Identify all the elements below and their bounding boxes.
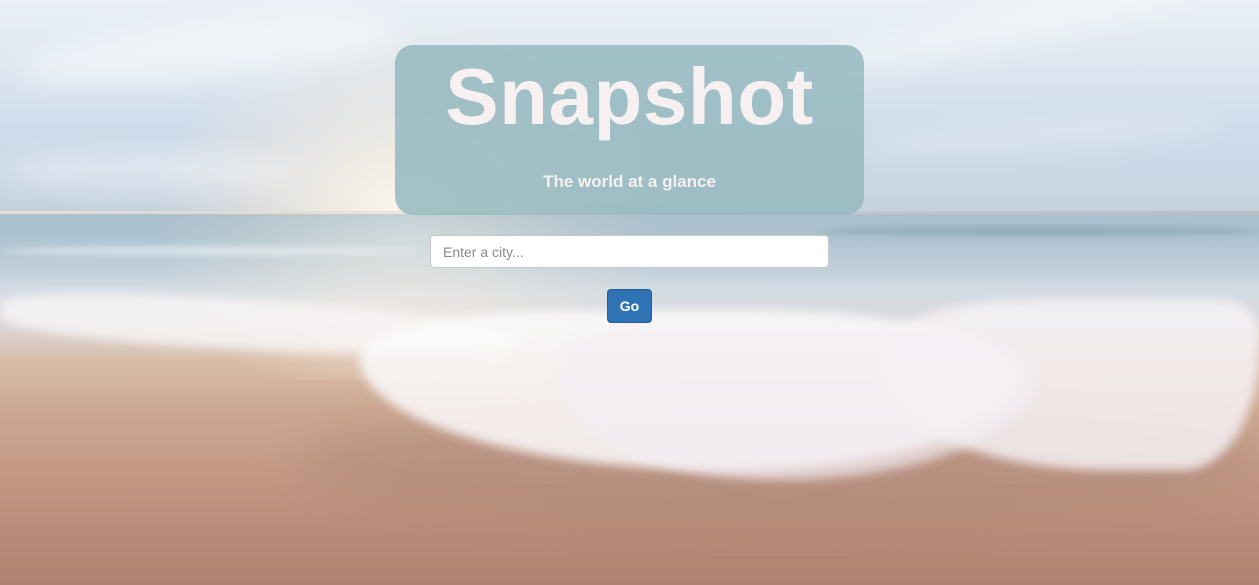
background-photo: Snapshot The world at a glance Go [0, 0, 1259, 585]
city-search-input[interactable] [430, 235, 829, 268]
go-button[interactable]: Go [607, 289, 652, 323]
cloud [0, 150, 300, 190]
wave [0, 246, 420, 256]
app-title: Snapshot [445, 52, 814, 141]
wave [820, 226, 1259, 236]
cloud [859, 107, 1221, 163]
tagline: The world at a glance [543, 172, 716, 191]
header-card: Snapshot The world at a glance [395, 45, 864, 215]
